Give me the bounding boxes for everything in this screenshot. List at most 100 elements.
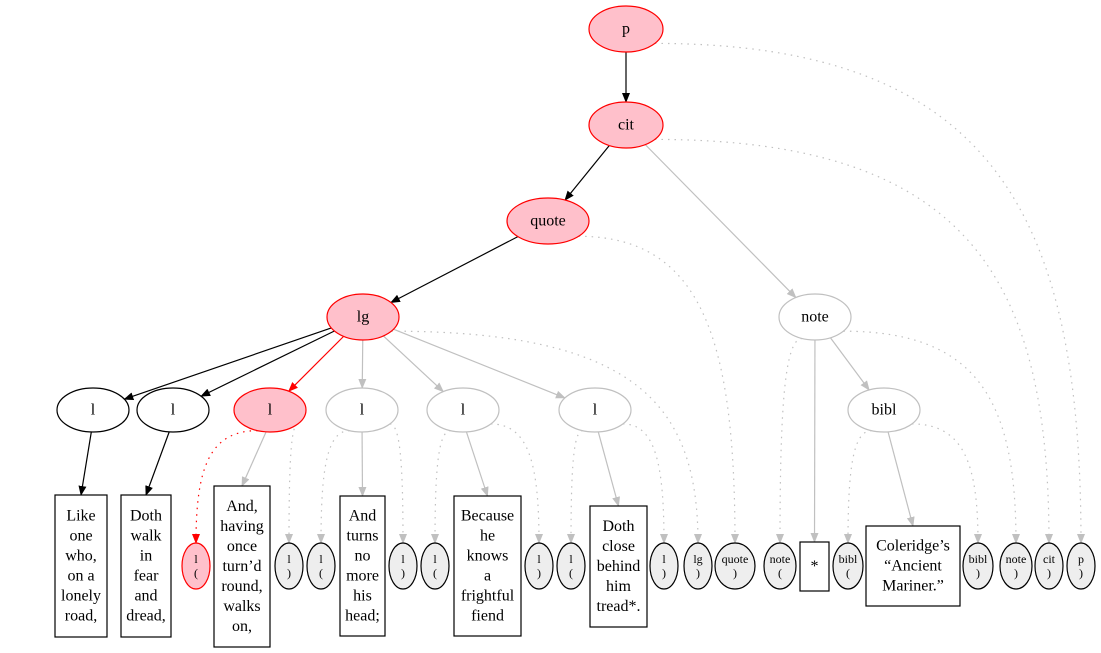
node-label: on a: [67, 568, 94, 585]
edge-lg-l2: [200, 330, 335, 397]
node-label: p: [622, 21, 630, 38]
node-label: walk: [130, 528, 161, 545]
node-m2[interactable]: l): [274, 542, 304, 590]
node-bibl[interactable]: bibl: [847, 387, 921, 433]
node-label: more: [346, 568, 379, 585]
node-l3[interactable]: l: [233, 387, 307, 433]
node-m6[interactable]: l): [524, 542, 554, 590]
node-label: ): [1079, 566, 1083, 580]
edge-l6-m7: [567, 430, 583, 544]
node-label: quote: [722, 552, 749, 566]
node-label: ): [401, 566, 405, 580]
node-l6[interactable]: l: [558, 387, 632, 433]
node-m13[interactable]: bibl): [962, 542, 994, 590]
node-m8[interactable]: l): [649, 542, 679, 590]
node-label: behind: [597, 558, 641, 575]
node-label: (: [319, 566, 323, 580]
node-label: “Ancient: [884, 558, 942, 575]
node-lg[interactable]: lg: [326, 293, 400, 341]
node-label: Like: [66, 508, 95, 525]
node-label: cit: [1043, 552, 1056, 566]
edge-bibl-t8: [887, 431, 915, 527]
nodes: p cit quote lg note l l l l l l bibl Like one who, on a…: [54, 5, 1096, 648]
node-t3[interactable]: And, having once turn’d round, walks on,: [213, 485, 271, 648]
node-label: l: [360, 402, 365, 419]
node-m14[interactable]: note): [999, 542, 1033, 590]
node-l4[interactable]: l: [325, 387, 399, 433]
node-label: having: [220, 518, 264, 535]
node-label: And,: [226, 498, 258, 515]
node-m3[interactable]: l(: [306, 542, 336, 590]
edge-p-m16: [654, 42, 1085, 544]
node-m4[interactable]: l): [388, 542, 418, 590]
node-p[interactable]: p: [588, 5, 664, 53]
edge-l5-m5: [431, 430, 451, 544]
node-label: bibl: [872, 402, 897, 419]
edge-bibl-m13: [911, 423, 982, 544]
node-label: l: [171, 402, 176, 419]
node-label: (: [569, 566, 573, 580]
node-m1[interactable]: l(: [181, 542, 211, 590]
node-label: turn’d: [222, 558, 261, 575]
edge-l5-t5: [465, 431, 489, 497]
node-label: ): [976, 566, 980, 580]
node-m10[interactable]: quote): [714, 542, 756, 590]
node-m7[interactable]: l(: [556, 542, 586, 590]
node-t4[interactable]: And turns no more his head;: [339, 495, 386, 637]
node-label: once: [227, 538, 257, 555]
node-m5[interactable]: l(: [420, 542, 450, 590]
node-label: dread,: [126, 608, 166, 625]
node-label: walks: [223, 598, 260, 615]
node-label: l: [268, 402, 273, 419]
edge-quote-lg: [390, 236, 519, 304]
node-t8[interactable]: Coleridge’s “Ancient Mariner.”: [865, 525, 961, 607]
node-label: Coleridge’s: [876, 538, 950, 555]
edge-lg-l1: [123, 327, 332, 401]
node-t6[interactable]: Doth close behind him tread*.: [589, 505, 648, 628]
node-l2[interactable]: l: [136, 387, 210, 433]
node-label: (: [846, 566, 850, 580]
edge-l1-t1: [78, 431, 92, 496]
edge-cit-m15: [654, 138, 1053, 544]
edges: [78, 42, 1085, 544]
edge-l3-m2: [285, 423, 299, 544]
node-label: knows: [467, 548, 509, 565]
node-label: frightful: [461, 588, 515, 605]
edge-l2-t2: [145, 431, 170, 496]
node-label: note: [1006, 552, 1027, 566]
edge-l6-t6: [597, 431, 620, 507]
node-label: And: [349, 508, 377, 525]
node-m9[interactable]: lg): [683, 542, 713, 590]
node-label: ): [696, 566, 700, 580]
node-label: ): [1014, 566, 1018, 580]
node-label: quote: [530, 213, 566, 230]
node-label: (: [194, 566, 198, 580]
node-m15[interactable]: cit): [1034, 542, 1064, 590]
node-label: Mariner.”: [882, 578, 944, 595]
node-l5[interactable]: l: [426, 387, 500, 433]
node-label: (: [433, 566, 437, 580]
node-m16[interactable]: p): [1066, 542, 1096, 590]
edge-cit-quote: [564, 145, 610, 201]
node-t5[interactable]: Because he knows a frightful fiend: [453, 495, 522, 637]
edge-lg-l6: [393, 328, 566, 399]
edge-note-bibl: [829, 337, 870, 391]
node-m11[interactable]: note(: [763, 542, 797, 590]
node-m12[interactable]: bibl(: [832, 542, 864, 590]
node-quote[interactable]: quote: [506, 197, 590, 245]
edge-l3-t3: [241, 431, 267, 487]
node-cit[interactable]: cit: [588, 101, 664, 149]
node-l1[interactable]: l: [56, 387, 130, 433]
node-t7[interactable]: *: [799, 541, 830, 592]
node-label: l: [91, 402, 96, 419]
node-label: note: [770, 552, 791, 566]
node-label: tread*.: [597, 598, 641, 615]
node-label: ): [537, 566, 541, 580]
node-label: one: [69, 528, 92, 545]
node-label: bibl: [839, 552, 858, 566]
node-t2[interactable]: Doth walk in fear and dread,: [120, 494, 172, 638]
node-label: l: [593, 402, 598, 419]
node-t1[interactable]: Like one who, on a lonely road,: [54, 494, 108, 638]
node-label: lg: [357, 309, 369, 326]
node-note[interactable]: note: [778, 293, 852, 341]
